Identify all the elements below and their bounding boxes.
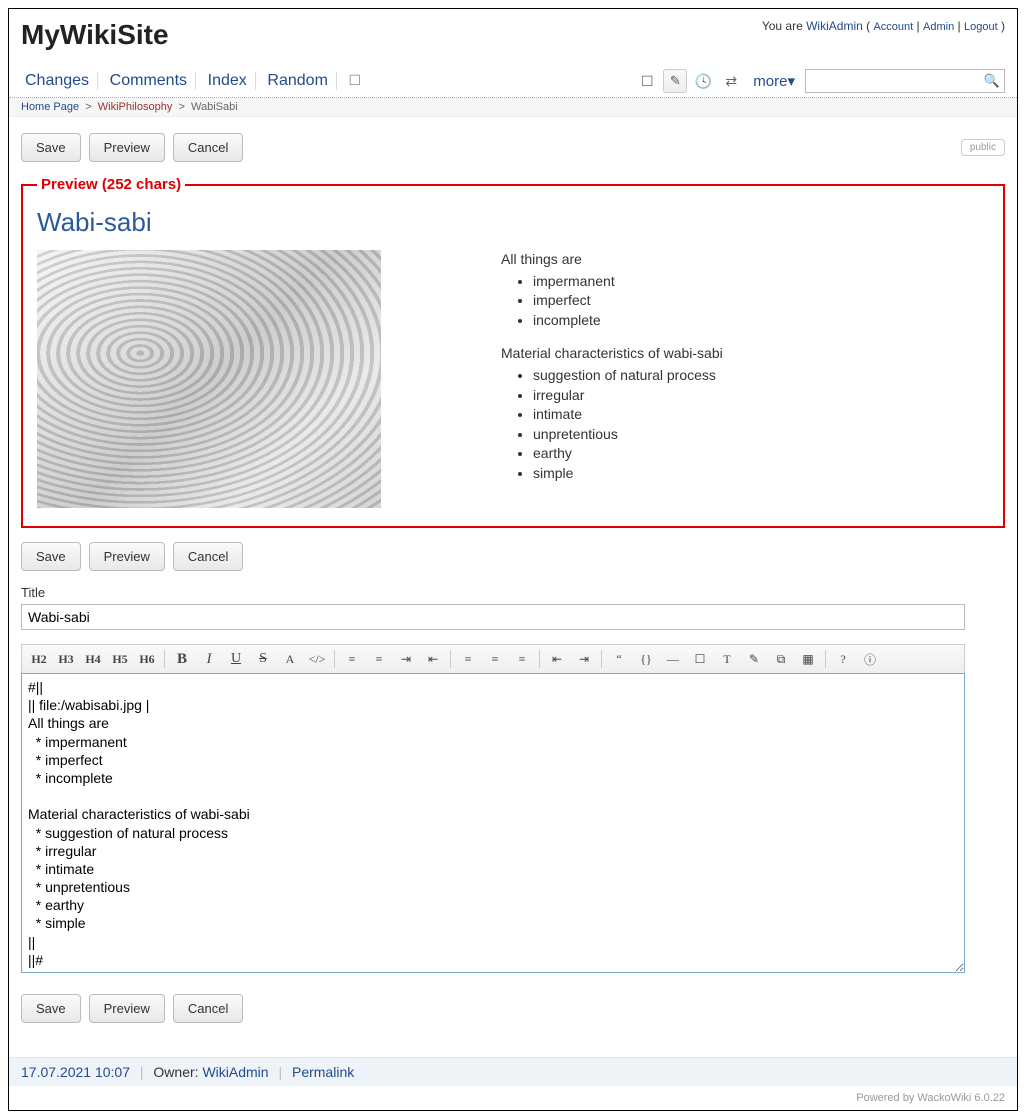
ol-button[interactable]: ≡ <box>339 648 365 670</box>
ul-button[interactable]: ≡ <box>366 648 392 670</box>
list-item: unpretentious <box>533 425 723 445</box>
list-item: impermanent <box>533 272 723 292</box>
h6-button[interactable]: H6 <box>134 648 160 670</box>
public-badge: public <box>961 139 1005 156</box>
preview-p2: Material characteristics of wabi-sabi <box>501 344 723 364</box>
save-button[interactable]: Save <box>21 542 81 571</box>
table-button[interactable]: ▦ <box>795 648 821 670</box>
save-button[interactable]: Save <box>21 994 81 1023</box>
indent-left-button[interactable]: ⇤ <box>420 648 446 670</box>
quote-button[interactable]: “ <box>606 648 632 670</box>
account-link[interactable]: Account <box>873 21 913 33</box>
code-button[interactable]: </> <box>304 648 330 670</box>
cancel-button[interactable]: Cancel <box>173 133 243 162</box>
italic-button[interactable]: I <box>196 648 222 670</box>
list-item: simple <box>533 464 723 484</box>
indent-button[interactable]: ⇥ <box>571 648 597 670</box>
main-nav: Changes Comments Index Random ☐ <box>17 72 369 90</box>
highlight-button[interactable]: ✎ <box>741 648 767 670</box>
site-title: MyWikiSite <box>21 19 169 51</box>
h4-button[interactable]: H4 <box>80 648 106 670</box>
breadcrumb: Home Page > WikiPhilosophy > WabiSabi <box>9 98 1017 117</box>
list-item: earthy <box>533 444 723 464</box>
user-line: You are WikiAdmin ( Account | Admin | Lo… <box>762 19 1005 33</box>
owner-label: Owner: <box>153 1064 198 1080</box>
breadcrumb-home[interactable]: Home Page <box>21 101 79 113</box>
footer-bar: 17.07.2021 10:07 | Owner: WikiAdmin | Pe… <box>9 1057 1017 1086</box>
search-icon[interactable]: 🔍 <box>984 73 1000 89</box>
bookmark-icon[interactable]: ☐ <box>341 72 370 88</box>
font-button[interactable]: A <box>277 648 303 670</box>
edit-icon[interactable]: ✎ <box>663 69 687 93</box>
preview-button[interactable]: Preview <box>89 133 165 162</box>
help-button[interactable]: ? <box>830 648 856 670</box>
search-input[interactable] <box>810 73 984 89</box>
powered-by: Powered by WackoWiki 6.0.22 <box>9 1086 1017 1110</box>
preview-legend: Preview (252 chars) <box>37 176 185 193</box>
indent-right-button[interactable]: ⇥ <box>393 648 419 670</box>
list-item: irregular <box>533 386 723 406</box>
outdent-button[interactable]: ⇤ <box>544 648 570 670</box>
textsize-button[interactable]: T <box>714 648 740 670</box>
editor-toolbar: H2 H3 H4 H5 H6 B I U S A </> ≡ ≡ ⇥ ⇤ ≡ ≡… <box>21 644 965 673</box>
settings-icon[interactable]: ⇄ <box>719 69 743 93</box>
admin-link[interactable]: Admin <box>923 21 954 33</box>
user-name-link[interactable]: WikiAdmin <box>806 19 863 33</box>
info-button[interactable]: ⓘ <box>857 648 883 670</box>
editor-textarea[interactable] <box>21 673 965 973</box>
preview-image <box>37 250 381 508</box>
permalink-link[interactable]: Permalink <box>292 1064 354 1080</box>
breadcrumb-page: WabiSabi <box>191 101 238 113</box>
breadcrumb-category[interactable]: WikiPhilosophy <box>98 101 173 113</box>
h5-button[interactable]: H5 <box>107 648 133 670</box>
preview-panel: Preview (252 chars) Wabi-sabi All things… <box>21 176 1005 528</box>
align-right-button[interactable]: ≡ <box>509 648 535 670</box>
link-button[interactable]: ⧉ <box>768 648 794 670</box>
preview-list1: impermanent imperfect incomplete <box>501 272 723 331</box>
preview-p1: All things are <box>501 250 723 270</box>
list-item: intimate <box>533 405 723 425</box>
separator <box>539 650 540 668</box>
separator <box>825 650 826 668</box>
separator <box>164 650 165 668</box>
nav-index[interactable]: Index <box>200 68 255 93</box>
strike-button[interactable]: S <box>250 648 276 670</box>
list-item: imperfect <box>533 291 723 311</box>
cancel-button[interactable]: Cancel <box>173 542 243 571</box>
h2-button[interactable]: H2 <box>26 648 52 670</box>
history-icon[interactable]: 🕓 <box>691 69 715 93</box>
bold-button[interactable]: B <box>169 648 195 670</box>
nav-changes[interactable]: Changes <box>17 68 97 93</box>
separator <box>334 650 335 668</box>
title-label: Title <box>21 585 1005 600</box>
preview-heading: Wabi-sabi <box>37 207 989 238</box>
user-prefix: You are <box>762 19 803 33</box>
nav-random[interactable]: Random <box>259 68 335 93</box>
align-center-button[interactable]: ≡ <box>482 648 508 670</box>
align-left-button[interactable]: ≡ <box>455 648 481 670</box>
logout-link[interactable]: Logout <box>964 21 998 33</box>
list-item: suggestion of natural process <box>533 366 723 386</box>
list-item: incomplete <box>533 311 723 331</box>
save-button[interactable]: Save <box>21 133 81 162</box>
more-menu[interactable]: more▾ <box>753 72 795 90</box>
brace-button[interactable]: {} <box>633 648 659 670</box>
hr-button[interactable]: — <box>660 648 686 670</box>
preview-list2: suggestion of natural process irregular … <box>501 366 723 484</box>
cancel-button[interactable]: Cancel <box>173 994 243 1023</box>
separator <box>450 650 451 668</box>
page-icon[interactable]: ☐ <box>635 69 659 93</box>
h3-button[interactable]: H3 <box>53 648 79 670</box>
footer-date[interactable]: 17.07.2021 10:07 <box>21 1064 130 1080</box>
owner-link[interactable]: WikiAdmin <box>202 1064 268 1080</box>
nav-comments[interactable]: Comments <box>102 68 195 93</box>
preview-text: All things are impermanent imperfect inc… <box>501 250 723 498</box>
preview-button[interactable]: Preview <box>89 994 165 1023</box>
underline-button[interactable]: U <box>223 648 249 670</box>
title-input[interactable] <box>21 604 965 630</box>
note-button[interactable]: ☐ <box>687 648 713 670</box>
separator <box>601 650 602 668</box>
search-box[interactable]: 🔍 <box>805 69 1005 93</box>
preview-button[interactable]: Preview <box>89 542 165 571</box>
